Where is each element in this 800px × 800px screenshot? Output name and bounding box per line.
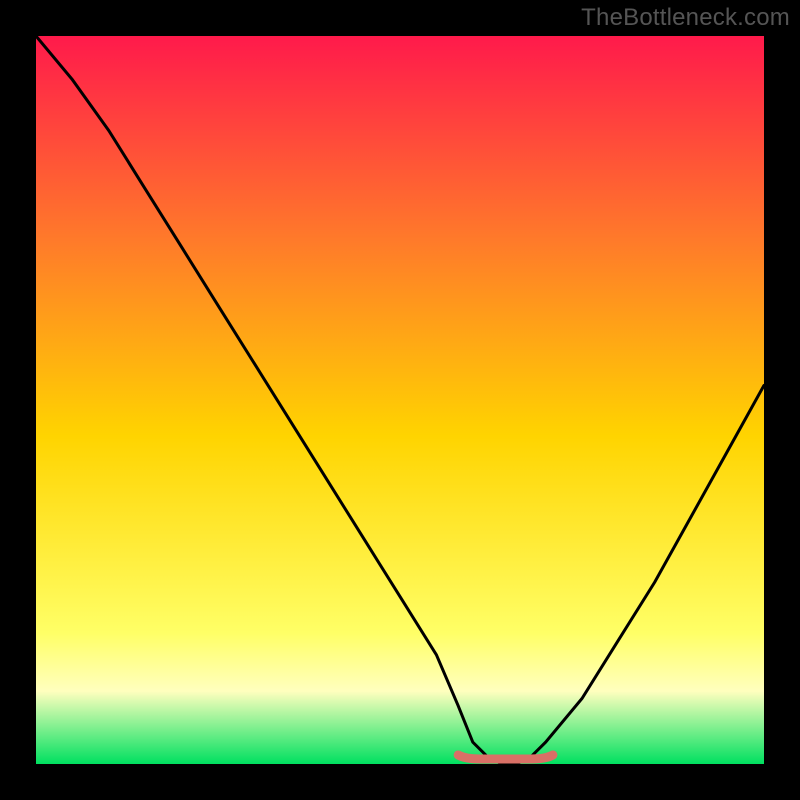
optimal-region-marker	[458, 755, 553, 759]
gradient-background	[36, 36, 764, 764]
plot-area	[36, 36, 764, 764]
chart-frame: TheBottleneck.com	[0, 0, 800, 800]
plot-svg	[36, 36, 764, 764]
watermark-label: TheBottleneck.com	[581, 4, 790, 32]
